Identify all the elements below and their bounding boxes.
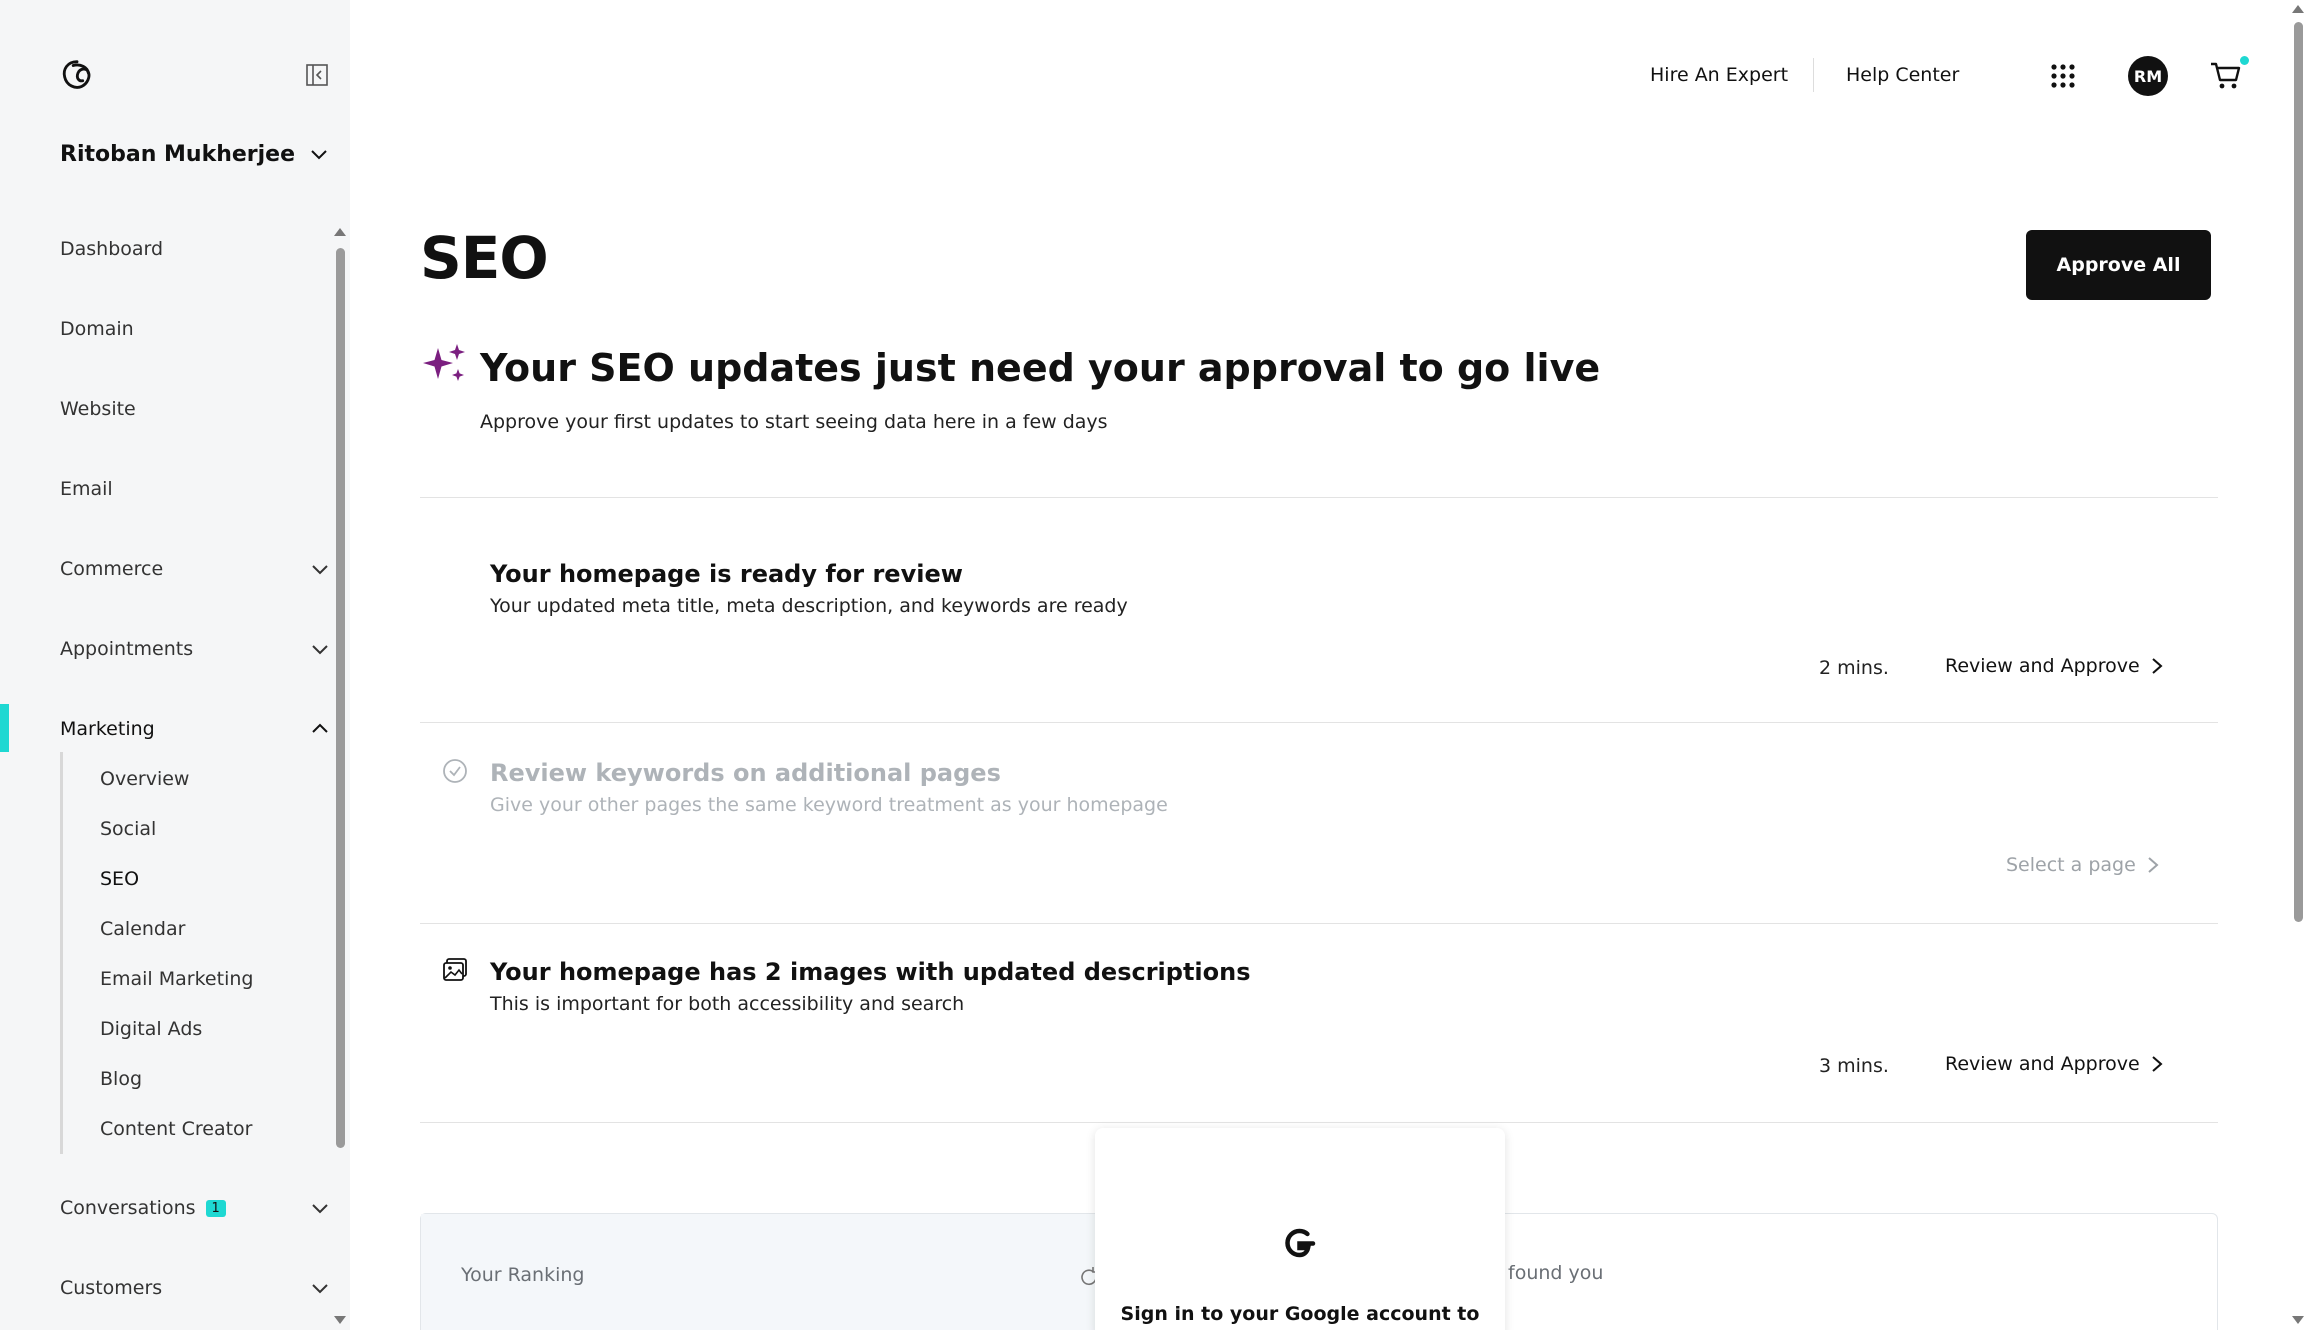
avatar[interactable]: RM — [2128, 56, 2168, 96]
chevron-up-icon — [312, 723, 328, 733]
review-approve-button[interactable]: Review and Approve — [1945, 1053, 2164, 1075]
sidebar-item-label: Commerce — [60, 558, 164, 580]
chevron-down-icon — [312, 565, 328, 575]
task-time-estimate: 3 mins. — [1819, 1055, 1889, 1077]
sidebar-item-email[interactable]: Email — [60, 478, 330, 500]
chevron-down-icon — [312, 1204, 328, 1214]
sparkle-icon — [423, 344, 465, 381]
chevron-right-icon — [2148, 857, 2159, 873]
task-time-estimate: 2 mins. — [1819, 657, 1889, 679]
chevron-right-icon — [2152, 658, 2163, 674]
sidebar-item-label: Website — [60, 398, 136, 420]
sidebar-subitem-calendar[interactable]: Calendar — [100, 918, 185, 940]
google-signin-text: Sign in to your Google account to — [1120, 1303, 1480, 1325]
sidebar-subitem-blog[interactable]: Blog — [100, 1068, 142, 1090]
sidebar-subitem-overview[interactable]: Overview — [100, 768, 189, 790]
cart-icon[interactable] — [2210, 60, 2242, 90]
sidebar-subitem-email-marketing[interactable]: Email Marketing — [100, 968, 253, 990]
sidebar-item-commerce[interactable]: Commerce — [60, 558, 330, 580]
task-description: Your updated meta title, meta descriptio… — [490, 595, 1128, 617]
chevron-right-icon — [2152, 1056, 2163, 1072]
sidebar-item-dashboard[interactable]: Dashboard — [60, 238, 330, 260]
subnav-divider — [60, 752, 63, 1154]
ranking-label: Your Ranking — [461, 1264, 585, 1286]
task-title: Your homepage has 2 images with updated … — [490, 958, 1251, 986]
section-divider — [420, 923, 2218, 924]
sidebar-item-label: Email — [60, 478, 113, 500]
chevron-down-icon — [311, 149, 327, 159]
task-title: Your homepage is ready for review — [490, 560, 963, 588]
section-divider — [420, 722, 2218, 723]
task-title: Review keywords on additional pages — [490, 759, 1001, 787]
section-divider — [420, 1122, 2218, 1123]
sidebar-item-appointments[interactable]: Appointments — [60, 638, 330, 660]
chevron-down-icon — [312, 1284, 328, 1294]
page-scroll-up-arrow[interactable] — [2292, 5, 2304, 13]
godaddy-logo-icon[interactable] — [58, 56, 96, 94]
unread-badge: 1 — [205, 1200, 226, 1217]
account-name: Ritoban Mukherjee — [60, 142, 296, 167]
help-center-link[interactable]: Help Center — [1846, 64, 1959, 86]
action-label: Review and Approve — [1945, 655, 2140, 677]
sidebar-item-conversations[interactable]: Conversations 1 — [60, 1197, 330, 1219]
chevron-down-icon — [312, 645, 328, 655]
page-scroll-down-arrow[interactable] — [2292, 1316, 2304, 1324]
sidebar-item-label: Dashboard — [60, 238, 164, 260]
page-title: SEO — [420, 224, 549, 292]
action-label: Review and Approve — [1945, 1053, 2140, 1075]
task-description: This is important for both accessibility… — [490, 993, 965, 1015]
seo-headline: Your SEO updates just need your approval… — [480, 346, 1601, 390]
sidebar-item-label: Appointments — [60, 638, 194, 660]
account-switcher[interactable]: Ritoban Mukherjee — [60, 142, 329, 167]
sidebar-item-label: Customers — [60, 1277, 163, 1299]
cart-notification-dot — [2240, 56, 2249, 65]
sidebar-scrollbar[interactable] — [336, 248, 345, 1148]
sidebar-item-website[interactable]: Website — [60, 398, 330, 420]
sidebar-subitem-seo[interactable]: SEO — [100, 868, 139, 890]
action-label: Select a page — [2006, 854, 2136, 876]
sidebar-subitem-digital-ads[interactable]: Digital Ads — [100, 1018, 202, 1040]
hire-expert-link[interactable]: Hire An Expert — [1650, 64, 1788, 86]
topbar-divider — [1813, 58, 1814, 92]
google-icon — [1285, 1228, 1316, 1258]
section-divider — [420, 497, 2218, 498]
sidebar-item-marketing[interactable]: Marketing — [60, 718, 330, 740]
sidebar-scroll-up-arrow[interactable] — [334, 228, 346, 236]
sidebar-item-domain[interactable]: Domain — [60, 318, 330, 340]
active-nav-indicator — [0, 704, 9, 752]
approve-all-button[interactable]: Approve All — [2026, 230, 2211, 300]
sidebar-scroll-down-arrow[interactable] — [334, 1316, 346, 1324]
seo-subheadline: Approve your first updates to start seei… — [480, 411, 1108, 433]
review-approve-button[interactable]: Review and Approve — [1945, 655, 2164, 677]
apps-grid-icon[interactable] — [2050, 63, 2076, 89]
sidebar-item-customers[interactable]: Customers — [60, 1277, 330, 1299]
image-icon — [443, 958, 467, 981]
sidebar-item-label: Conversations — [60, 1197, 196, 1219]
page-scrollbar[interactable] — [2294, 22, 2303, 922]
check-circle-icon — [443, 759, 467, 783]
sidebar-subitem-content-creator[interactable]: Content Creator — [100, 1118, 252, 1140]
sidebar-subitem-social[interactable]: Social — [100, 818, 156, 840]
select-page-button[interactable]: Select a page — [2006, 854, 2160, 876]
collapse-sidebar-icon[interactable] — [305, 63, 329, 87]
sidebar-item-label: Domain — [60, 318, 134, 340]
task-description: Give your other pages the same keyword t… — [490, 794, 1168, 816]
found-you-text: found you — [1508, 1262, 1604, 1284]
sidebar-item-label: Marketing — [60, 718, 155, 740]
